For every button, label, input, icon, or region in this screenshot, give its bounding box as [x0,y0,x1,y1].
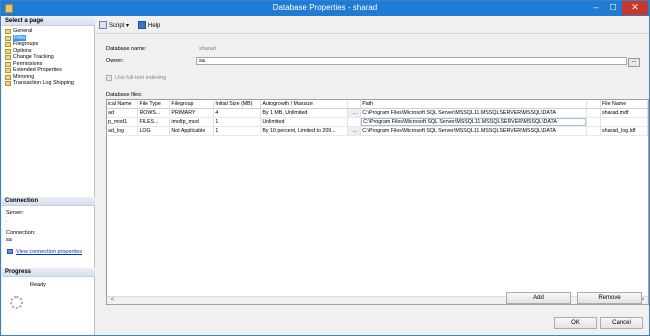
server-label: Server: [6,210,24,216]
column-header[interactable]: Filegroup [169,100,215,109]
cancel-button[interactable]: Cancel [600,317,643,329]
title-bar[interactable]: Database Properties - sharad – ☐ ✕ [1,1,649,16]
database-name-label: Database name: [106,46,147,52]
connection-properties-icon [7,249,13,255]
remove-button[interactable]: Remove [577,292,642,304]
initial-size-cell[interactable]: 1 [213,117,262,127]
page-icon [5,74,11,80]
path-cell[interactable]: C:\Program Files\Microsoft SQL Server\MS… [360,126,588,136]
file-type-cell[interactable]: FILES... [137,117,171,127]
toolbar: Script ▾ Help [96,17,649,34]
progress-spinner-icon [10,296,23,309]
file-name-cell[interactable]: sharad.mdf [600,108,648,118]
server-value: . [6,218,8,224]
connection-label: Connection: [6,230,36,236]
close-button[interactable]: ✕ [622,1,648,15]
left-pane: Select a page General Files Filegroups O… [2,17,95,335]
page-icon [5,29,11,34]
table-row[interactable]: ad_log LOG Not Applicable 1 By 10 percen… [107,126,648,136]
progress-status: Ready [30,282,46,288]
column-header [347,100,362,109]
connection-header: Connection [2,197,95,206]
page-list: General Files Filegroups Options Change … [5,28,95,87]
filegroup-cell[interactable]: imoltp_mod [169,117,215,127]
autogrowth-browse-button[interactable]: ... [347,126,362,136]
logical-name-cell[interactable]: ad_log [107,126,139,136]
page-icon [5,35,11,41]
add-button[interactable]: Add [506,292,571,304]
chevron-down-icon[interactable]: ▾ [126,23,129,29]
file-name-cell[interactable] [600,117,648,127]
minimize-button[interactable]: – [588,1,604,15]
path-cell[interactable]: C:\Program Files\Microsoft SQL Server\MS… [360,108,588,118]
progress-header: Progress [2,268,95,277]
right-pane: Script ▾ Help Database name: sharad Owne… [96,17,649,335]
column-header [586,100,602,109]
owner-field[interactable]: sa [196,57,627,65]
page-icon [5,55,11,60]
files-table: ical Name File Type Filegroup Initial Si… [107,100,648,136]
scroll-left-icon[interactable]: < [108,297,117,304]
filegroup-cell[interactable]: PRIMARY [169,108,215,118]
fulltext-checkbox[interactable] [106,75,112,81]
database-properties-window: Database Properties - sharad – ☐ ✕ Selec… [0,0,650,336]
view-connection-properties[interactable]: View connection properties [7,249,82,255]
logical-name-cell[interactable]: p_mod1 [107,117,139,127]
table-row[interactable]: p_mod1 FILES... imoltp_mod 1 Unlimited C… [107,117,648,127]
help-button[interactable]: Help [138,21,160,31]
column-header[interactable]: Path [360,100,588,109]
database-files-label: Database files: [106,92,143,98]
page-icon [5,48,11,54]
ok-button[interactable]: OK [554,317,597,329]
page-icon [5,42,11,47]
file-type-cell[interactable]: LOG [137,126,171,136]
maximize-button[interactable]: ☐ [605,1,621,15]
table-row[interactable]: ad ROWS... PRIMARY 4 By 1 MB, Unlimited … [107,108,648,118]
table-header-row: ical Name File Type Filegroup Initial Si… [107,100,648,109]
path-edit-field[interactable]: C:\Program Files\Microsoft SQL Server\MS… [361,117,586,125]
column-header[interactable]: File Type [137,100,171,109]
page-icon [5,61,11,67]
autogrowth-cell[interactable]: By 1 MB, Unlimited [260,108,349,118]
view-connection-link[interactable]: View connection properties [16,249,82,255]
fulltext-label: Use full-text indexing [115,75,167,81]
page-icon [5,68,11,73]
autogrowth-browse-button[interactable] [347,117,362,127]
path-cell[interactable]: C:\Program Files\Microsoft SQL Server\MS… [360,117,588,127]
select-page-header: Select a page [2,17,95,26]
path-browse-cell [586,108,602,118]
column-header[interactable]: File Name [600,100,648,109]
initial-size-cell[interactable]: 1 [213,126,262,136]
help-icon [138,21,146,30]
autogrowth-browse-button[interactable]: ... [347,108,362,118]
page-item-transaction-log-shipping[interactable]: Transaction Log Shipping [5,80,95,87]
column-header[interactable]: Initial Size (MB) [213,100,262,109]
column-header[interactable]: Autogrowth / Maxsize [260,100,349,109]
file-type-cell[interactable]: ROWS... [137,108,171,118]
database-name-value: sharad [199,46,216,52]
owner-browse-button[interactable]: ... [628,58,640,67]
column-header[interactable]: ical Name [107,100,139,109]
filegroup-cell[interactable]: Not Applicable [169,126,215,136]
owner-label: Owner: [106,58,124,64]
path-browse-cell [586,117,602,127]
window-title: Database Properties - sharad [272,3,378,12]
file-name-cell[interactable]: sharad_log.ldf [600,126,648,136]
connection-value: sa [6,237,12,243]
script-button[interactable]: Script ▾ [99,21,129,31]
logical-name-cell[interactable]: ad [107,108,139,118]
database-files-grid[interactable]: ical Name File Type Filegroup Initial Si… [106,99,649,305]
autogrowth-cell[interactable]: Unlimited [260,117,349,127]
path-browse-cell [586,126,602,136]
initial-size-cell[interactable]: 4 [213,108,262,118]
script-icon [99,21,107,30]
page-icon [5,81,11,86]
autogrowth-cell[interactable]: By 10 percent, Limited to 209... [260,126,349,136]
